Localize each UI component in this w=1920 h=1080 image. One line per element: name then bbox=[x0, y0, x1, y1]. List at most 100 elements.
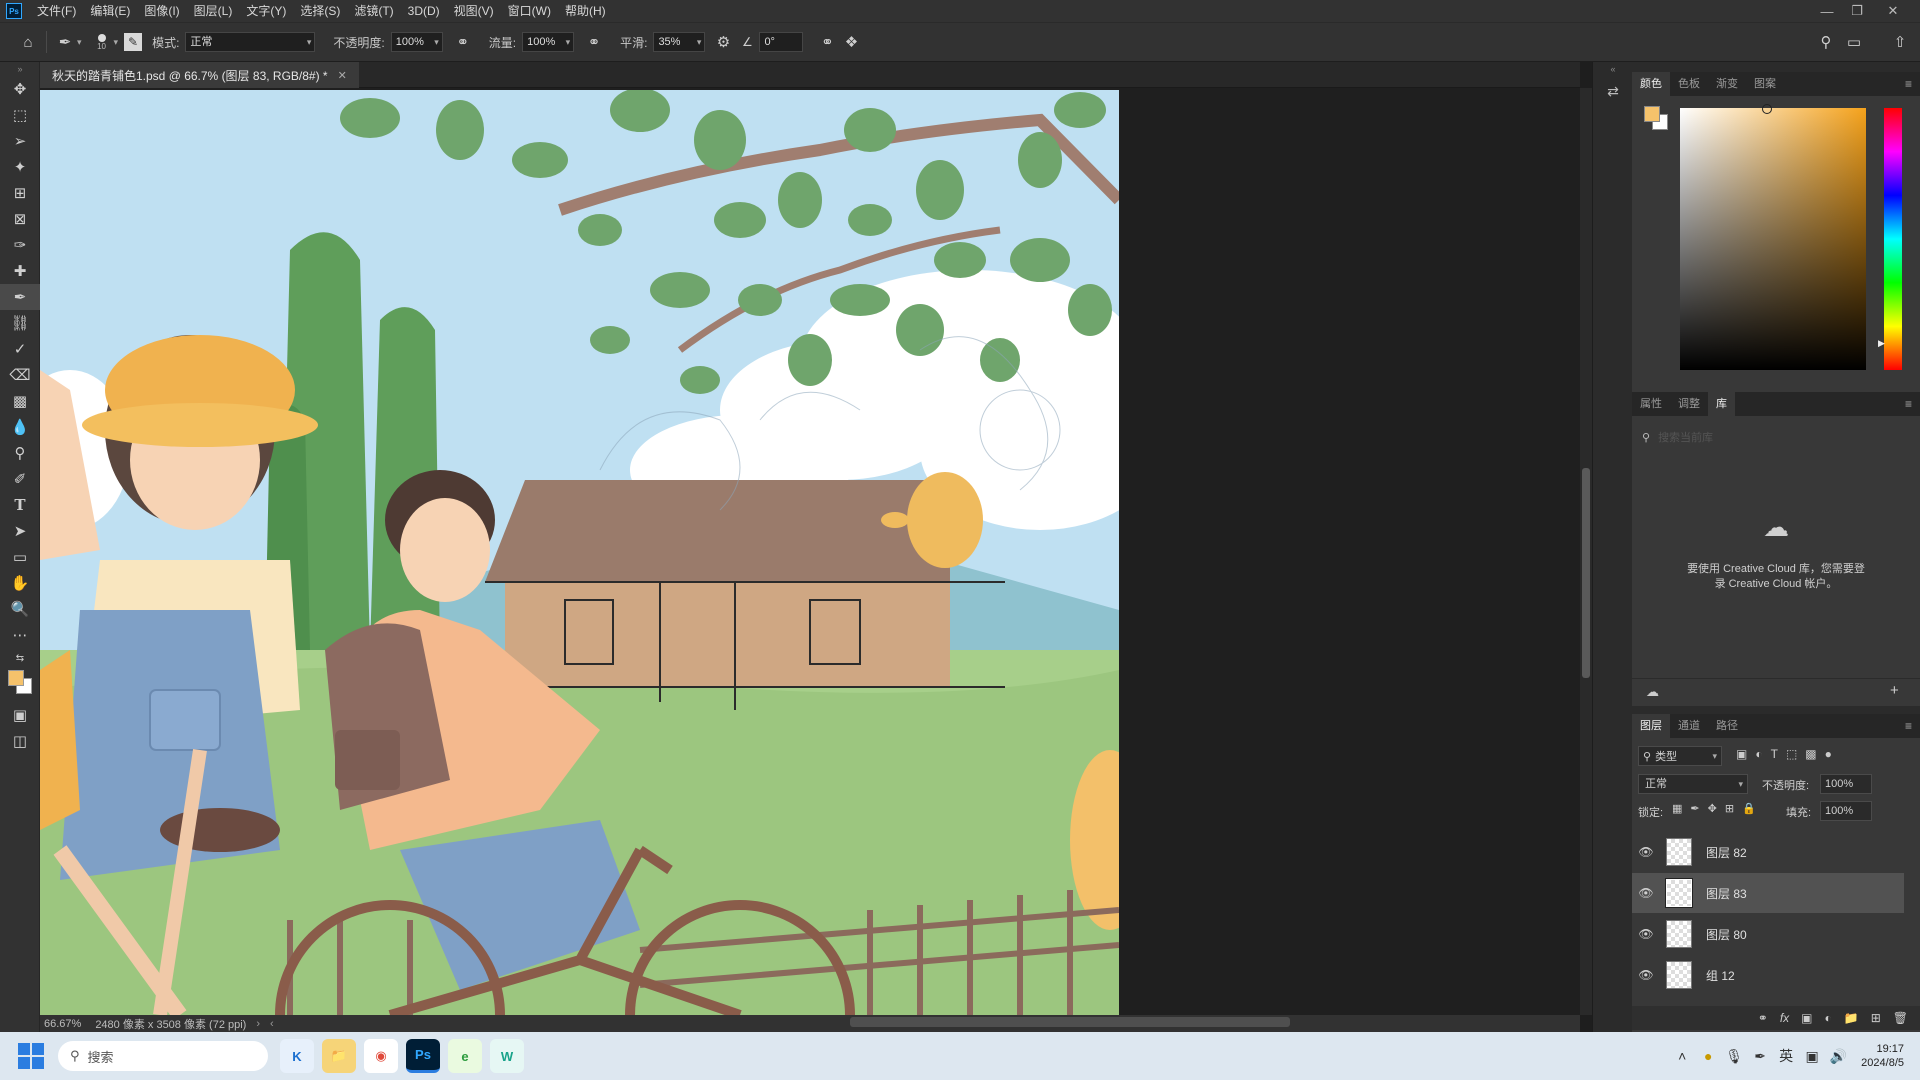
lock-all-icon[interactable]: 🔒 bbox=[1742, 802, 1756, 815]
brush-preset-icon[interactable]: ✒ bbox=[53, 30, 77, 54]
blur-tool-icon[interactable]: 💧 bbox=[0, 414, 40, 440]
smart-object-filter-icon[interactable]: ▩ bbox=[1805, 747, 1816, 761]
dodge-tool-icon[interactable]: ⚲ bbox=[0, 440, 40, 466]
tab-libraries[interactable]: 库 bbox=[1708, 392, 1735, 416]
link-layers-icon[interactable]: ⚭ bbox=[1758, 1011, 1768, 1025]
pen-icon[interactable]: ✒ bbox=[1747, 1048, 1773, 1065]
k-app-icon[interactable]: K bbox=[280, 1039, 314, 1073]
pressure-size-icon[interactable]: ⚭ bbox=[815, 30, 839, 54]
pen-tool-icon[interactable]: ✐ bbox=[0, 466, 40, 492]
lock-transparency-icon[interactable]: ▦ bbox=[1672, 802, 1682, 815]
pressure-opacity-icon[interactable]: ⚭ bbox=[451, 30, 475, 54]
delete-layer-icon[interactable]: 🗑 bbox=[1893, 1011, 1908, 1025]
rectangle-tool-icon[interactable]: ▭ bbox=[0, 544, 40, 570]
eye-icon[interactable]: 👁 bbox=[1632, 886, 1660, 900]
adjustment-layer-icon[interactable]: ◐ bbox=[1825, 1011, 1832, 1025]
taskbar-search[interactable]: ⚲ 搜索 bbox=[58, 1041, 268, 1071]
airbrush-icon[interactable]: ⚭ bbox=[582, 30, 606, 54]
eyedropper-tool-icon[interactable]: ✑ bbox=[0, 232, 40, 258]
quick-mask-icon[interactable]: ▣ bbox=[0, 702, 40, 728]
layer-row[interactable]: 👁 图层 80 bbox=[1632, 914, 1904, 954]
hue-slider-handle[interactable]: ▶ bbox=[1878, 338, 1885, 349]
layer-name[interactable]: 图层 82 bbox=[1706, 844, 1747, 861]
marquee-tool-icon[interactable]: ⬚ bbox=[0, 102, 40, 128]
chevron-left-icon[interactable]: ‹ bbox=[270, 1018, 274, 1030]
menu-layer[interactable]: 图层(L) bbox=[187, 0, 240, 22]
symmetry-icon[interactable]: ❖ bbox=[839, 30, 863, 54]
shape-filter-icon[interactable]: ⬚ bbox=[1786, 747, 1797, 761]
angle-input[interactable]: 0° bbox=[759, 32, 804, 52]
scroll-thumb[interactable] bbox=[1582, 468, 1590, 678]
file-explorer-icon[interactable]: 📁 bbox=[322, 1039, 356, 1073]
move-tool-icon[interactable]: ✥ bbox=[0, 76, 40, 102]
menu-file[interactable]: 文件(F) bbox=[30, 0, 83, 22]
brush-size-picker[interactable]: 10 bbox=[90, 33, 114, 51]
tab-channels[interactable]: 通道 bbox=[1670, 714, 1708, 738]
collapse-icon[interactable]: » bbox=[0, 62, 40, 76]
new-group-icon[interactable]: 📁 bbox=[1844, 1011, 1859, 1025]
tab-layers[interactable]: 图层 bbox=[1632, 714, 1670, 738]
chevron-right-icon[interactable]: › bbox=[256, 1018, 260, 1030]
layer-filter-select[interactable]: ⚲ 类型 ▾ bbox=[1638, 746, 1722, 766]
home-icon[interactable]: ⌂ bbox=[16, 30, 40, 54]
foreground-color-swatch[interactable] bbox=[8, 670, 24, 686]
healing-brush-tool-icon[interactable]: ✚ bbox=[0, 258, 40, 284]
eye-icon[interactable]: 👁 bbox=[1632, 968, 1660, 982]
cloud-sync-icon[interactable]: ☁ bbox=[1646, 684, 1659, 700]
layer-opacity-input[interactable]: 100% bbox=[1820, 774, 1872, 794]
collapse-icon[interactable]: « bbox=[1593, 62, 1633, 76]
close-tab-icon[interactable]: ✕ bbox=[338, 69, 347, 82]
new-layer-icon[interactable]: ⊞ bbox=[1871, 1011, 1881, 1025]
add-icon[interactable]: + bbox=[1890, 682, 1899, 699]
menu-filter[interactable]: 滤镜(T) bbox=[347, 0, 400, 22]
search-icon[interactable]: ⚲ bbox=[1814, 30, 1838, 54]
chrome-icon[interactable]: ◉ bbox=[364, 1039, 398, 1073]
horizontal-scroll-thumb[interactable] bbox=[850, 1017, 1290, 1027]
restore-icon[interactable]: ❐ bbox=[1842, 0, 1872, 22]
lock-position-icon[interactable]: ✥ bbox=[1708, 802, 1717, 815]
menu-help[interactable]: 帮助(H) bbox=[558, 0, 613, 22]
eye-icon[interactable]: 👁 bbox=[1632, 845, 1660, 859]
magic-wand-tool-icon[interactable]: ✦ bbox=[0, 154, 40, 180]
menu-select[interactable]: 选择(S) bbox=[293, 0, 347, 22]
panel-menu-icon[interactable]: ≡ bbox=[1905, 392, 1912, 416]
crop-tool-icon[interactable]: ⊞ bbox=[0, 180, 40, 206]
brush-settings-panel-icon[interactable]: ✎ bbox=[124, 33, 143, 51]
layer-row[interactable]: 👁 图层 83 bbox=[1632, 873, 1904, 913]
swap-colors-icon[interactable]: ⇆ bbox=[0, 648, 40, 668]
color-swatches[interactable] bbox=[0, 668, 40, 702]
flow-input[interactable]: 100% ▾ bbox=[522, 32, 575, 52]
layer-row[interactable]: 👁 组 12 bbox=[1632, 955, 1904, 995]
pixel-filter-icon[interactable]: ▣ bbox=[1736, 747, 1747, 761]
panel-menu-icon[interactable]: ≡ bbox=[1905, 714, 1912, 738]
tab-patterns[interactable]: 图案 bbox=[1746, 72, 1784, 96]
w-app-icon[interactable]: W bbox=[490, 1039, 524, 1073]
layer-row[interactable]: 👁 图层 82 bbox=[1632, 832, 1904, 872]
tray-app-icon[interactable]: ● bbox=[1695, 1048, 1721, 1064]
close-window-icon[interactable]: ✕ bbox=[1878, 0, 1908, 22]
eye-icon[interactable]: 👁 bbox=[1632, 927, 1660, 941]
photoshop-taskbar-icon[interactable]: Ps bbox=[406, 1039, 440, 1073]
menu-window[interactable]: 窗口(W) bbox=[501, 0, 558, 22]
taskbar-clock[interactable]: 19:17 2024/8/5 bbox=[1861, 1042, 1904, 1070]
tab-properties[interactable]: 属性 bbox=[1632, 392, 1670, 416]
chevron-up-icon[interactable]: ˄ bbox=[1669, 1048, 1695, 1064]
hand-tool-icon[interactable]: ✋ bbox=[0, 570, 40, 596]
microphone-icon[interactable]: 🎙 bbox=[1721, 1048, 1747, 1065]
clone-stamp-tool-icon[interactable]: ⛓ bbox=[0, 310, 40, 336]
foreground-color-swatch[interactable] bbox=[1644, 106, 1660, 122]
layer-name[interactable]: 图层 80 bbox=[1706, 926, 1747, 943]
hue-slider[interactable]: ▶ bbox=[1878, 108, 1902, 370]
layer-name[interactable]: 组 12 bbox=[1706, 967, 1735, 984]
panel-menu-icon[interactable]: ≡ bbox=[1905, 72, 1912, 96]
lasso-tool-icon[interactable]: ➢ bbox=[0, 128, 40, 154]
lock-pixels-icon[interactable]: ✒ bbox=[1690, 802, 1699, 815]
fill-input[interactable]: 100% bbox=[1820, 801, 1872, 821]
path-selection-tool-icon[interactable]: ➤ bbox=[0, 518, 40, 544]
browser-icon[interactable]: e bbox=[448, 1039, 482, 1073]
add-mask-icon[interactable]: ▣ bbox=[1801, 1011, 1812, 1025]
chevron-down-icon[interactable]: ▾ bbox=[114, 37, 119, 48]
chevron-down-icon[interactable]: ▾ bbox=[77, 37, 82, 48]
opacity-input[interactable]: 100% ▾ bbox=[390, 32, 443, 52]
history-brush-tool-icon[interactable]: ✓ bbox=[0, 336, 40, 362]
